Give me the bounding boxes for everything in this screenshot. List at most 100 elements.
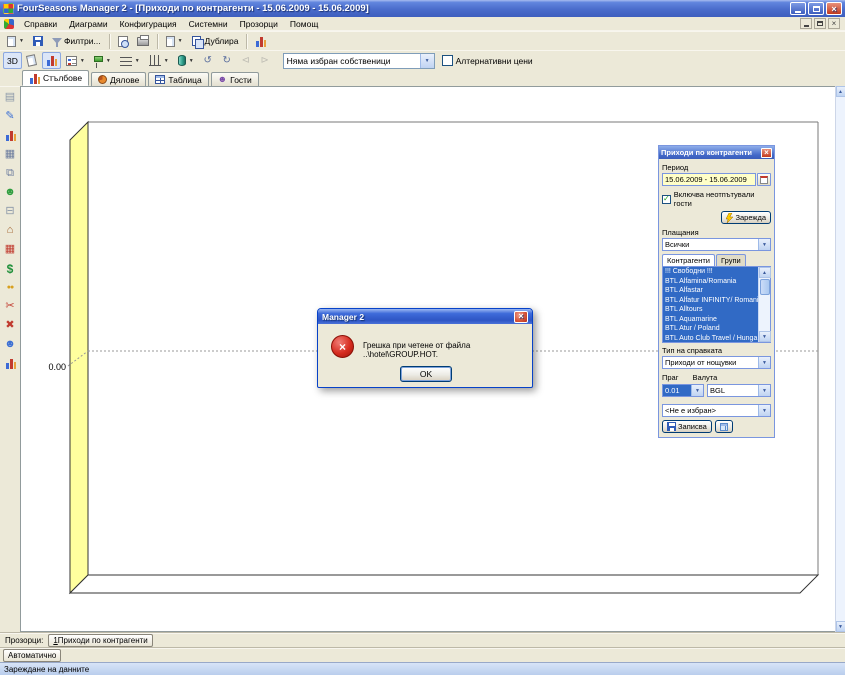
- bar-style-button[interactable]: ▼: [174, 52, 198, 69]
- list-item[interactable]: BTL Alfastar: [663, 286, 758, 296]
- vertical-scrollbar[interactable]: ▲ ▼: [835, 86, 845, 632]
- values-back-button[interactable]: ⊲: [237, 52, 255, 69]
- window-button-revenue[interactable]: 1 Приходи по контрагенти: [48, 634, 152, 647]
- new-report-button[interactable]: ▼: [3, 33, 28, 50]
- ok-button[interactable]: OK: [400, 366, 452, 382]
- duplicate-button[interactable]: Дублира: [188, 33, 243, 50]
- menu-help[interactable]: Помощ: [284, 18, 324, 30]
- discounts-icon[interactable]: ✂: [2, 299, 18, 314]
- calculator-icon[interactable]: ▦: [2, 147, 18, 162]
- chevron-down-icon[interactable]: ▼: [758, 239, 770, 250]
- scroll-up-icon[interactable]: ▲: [836, 86, 845, 97]
- menu-reports[interactable]: Справки: [18, 18, 63, 30]
- export-button[interactable]: ▼: [162, 33, 187, 50]
- scroll-thumb[interactable]: [760, 279, 770, 295]
- list-item[interactable]: BTL Aquamarine: [663, 315, 758, 325]
- tab-contractors[interactable]: Контрагенти: [662, 254, 715, 266]
- panel-title-bar[interactable]: Приходи по контрагенти ×: [659, 146, 774, 159]
- include-guests-checkbox[interactable]: ✓ Включва неотпътували гости: [662, 190, 771, 208]
- list-item[interactable]: BTL Auto Club Travel / Hunga: [663, 334, 758, 343]
- menu-diagrams[interactable]: Диаграми: [63, 18, 113, 30]
- menu-configuration[interactable]: Конфигурация: [114, 18, 183, 30]
- scroll-down-icon[interactable]: ▼: [836, 621, 845, 632]
- contractors-list: !!! Свободни !!! BTL Alfamina/Romania BT…: [662, 266, 771, 343]
- menu-windows[interactable]: Прозорци: [234, 18, 284, 30]
- scroll-down-icon[interactable]: ▼: [759, 331, 771, 342]
- chart-flag-icon[interactable]: [2, 128, 18, 143]
- person-chart-icon[interactable]: [2, 356, 18, 371]
- dialog-title-bar[interactable]: Manager 2 ×: [318, 309, 532, 324]
- tab-groups[interactable]: Групи: [716, 254, 746, 266]
- rotate-chart-button[interactable]: [23, 52, 41, 69]
- values-forward-button[interactable]: ⊳: [256, 52, 274, 69]
- tab-guests[interactable]: ☻Гости: [211, 72, 259, 86]
- labels-button[interactable]: ▼: [90, 52, 115, 69]
- save-button[interactable]: [29, 33, 47, 50]
- rotate-cw-button[interactable]: ↻: [218, 52, 236, 69]
- period-input[interactable]: 15.06.2009 - 15.06.2009: [662, 173, 756, 186]
- save-icon: [33, 36, 43, 46]
- mdi-minimize-button[interactable]: [800, 18, 812, 29]
- alternative-prices-checkbox[interactable]: Алтернативни цени: [442, 55, 533, 66]
- dialog-close-button[interactable]: ×: [514, 311, 528, 323]
- print-button[interactable]: [133, 33, 153, 50]
- rotate-ccw-button[interactable]: ↺: [199, 52, 217, 69]
- chevron-down-icon[interactable]: ▼: [691, 385, 703, 396]
- checkbox-box[interactable]: [442, 55, 453, 66]
- scroll-up-icon[interactable]: ▲: [759, 267, 771, 278]
- automatic-button[interactable]: Автоматично: [3, 649, 61, 662]
- saved-report-select[interactable]: <Не е избран> ▼: [662, 404, 771, 417]
- edit-report-icon[interactable]: ✎: [2, 109, 18, 124]
- threshold-input[interactable]: 0.01 ▼: [662, 384, 704, 397]
- currency-icon[interactable]: $: [2, 261, 18, 276]
- chevron-down-icon[interactable]: ▼: [758, 385, 770, 396]
- 3d-toggle-button[interactable]: 3D: [3, 52, 22, 69]
- values-back-icon: ⊲: [241, 56, 249, 66]
- vertical-grid-button[interactable]: ▼: [145, 52, 173, 69]
- list-item[interactable]: BTL Alltours: [663, 305, 758, 315]
- cancellations-icon[interactable]: ✖: [2, 318, 18, 333]
- payments-coins-icon[interactable]: ●●: [2, 280, 18, 295]
- rotate-page-icon: [26, 54, 37, 67]
- tab-bars[interactable]: Стълбове: [22, 70, 89, 86]
- guests-icon[interactable]: ☻: [2, 185, 18, 200]
- list-item[interactable]: BTL Alfatur INFINITY/ Romani: [663, 296, 758, 306]
- table-view-button[interactable]: [715, 420, 733, 433]
- windows-cards-icon[interactable]: ▤: [2, 90, 18, 105]
- chevron-down-icon[interactable]: ▼: [420, 54, 434, 68]
- menu-system[interactable]: Системни: [183, 18, 234, 30]
- list-item[interactable]: BTL Alfamina/Romania: [663, 277, 758, 287]
- legend-button[interactable]: ▼: [62, 52, 89, 69]
- payments-select[interactable]: Всички ▼: [662, 238, 771, 251]
- print-preview-button[interactable]: [114, 33, 132, 50]
- tab-table[interactable]: Таблица: [148, 72, 208, 86]
- close-button[interactable]: ×: [826, 2, 842, 15]
- copy-report-icon[interactable]: ⧉: [2, 166, 18, 181]
- tab-shares[interactable]: Дялове: [91, 72, 146, 86]
- chevron-down-icon[interactable]: ▼: [758, 405, 770, 416]
- mdi-close-button[interactable]: ×: [828, 18, 840, 29]
- minimize-button[interactable]: [790, 2, 806, 15]
- save-report-button[interactable]: Записва: [662, 420, 712, 433]
- filters-button[interactable]: Филтри...: [48, 33, 105, 50]
- currency-select[interactable]: BGL ▼: [707, 384, 771, 397]
- chevron-down-icon[interactable]: ▼: [758, 357, 770, 368]
- chart-button[interactable]: [251, 33, 270, 50]
- report-type-select[interactable]: Приходи от нощувки ▼: [662, 356, 771, 369]
- list-item[interactable]: BTL Atur / Poland: [663, 324, 758, 334]
- printer-tray-icon[interactable]: ⊟: [2, 204, 18, 219]
- rooms-grid-icon[interactable]: ▦: [2, 242, 18, 257]
- list-item[interactable]: !!! Свободни !!!: [663, 267, 758, 277]
- restore-button[interactable]: [808, 2, 824, 15]
- owner-select[interactable]: Няма избран собственици ▼: [283, 53, 435, 69]
- checkbox-box[interactable]: ✓: [662, 195, 671, 204]
- panel-close-button[interactable]: ×: [761, 148, 772, 158]
- calendar-button[interactable]: [757, 173, 771, 186]
- bars-view-button[interactable]: [42, 52, 61, 69]
- mdi-restore-button[interactable]: [814, 18, 826, 29]
- horizontal-grid-button[interactable]: ▼: [116, 52, 144, 69]
- hotel-building-icon[interactable]: ⌂: [2, 223, 18, 238]
- list-scrollbar[interactable]: ▲ ▼: [758, 267, 770, 342]
- load-button[interactable]: Зарежда: [721, 211, 771, 224]
- guest-report-icon[interactable]: ☻: [2, 337, 18, 352]
